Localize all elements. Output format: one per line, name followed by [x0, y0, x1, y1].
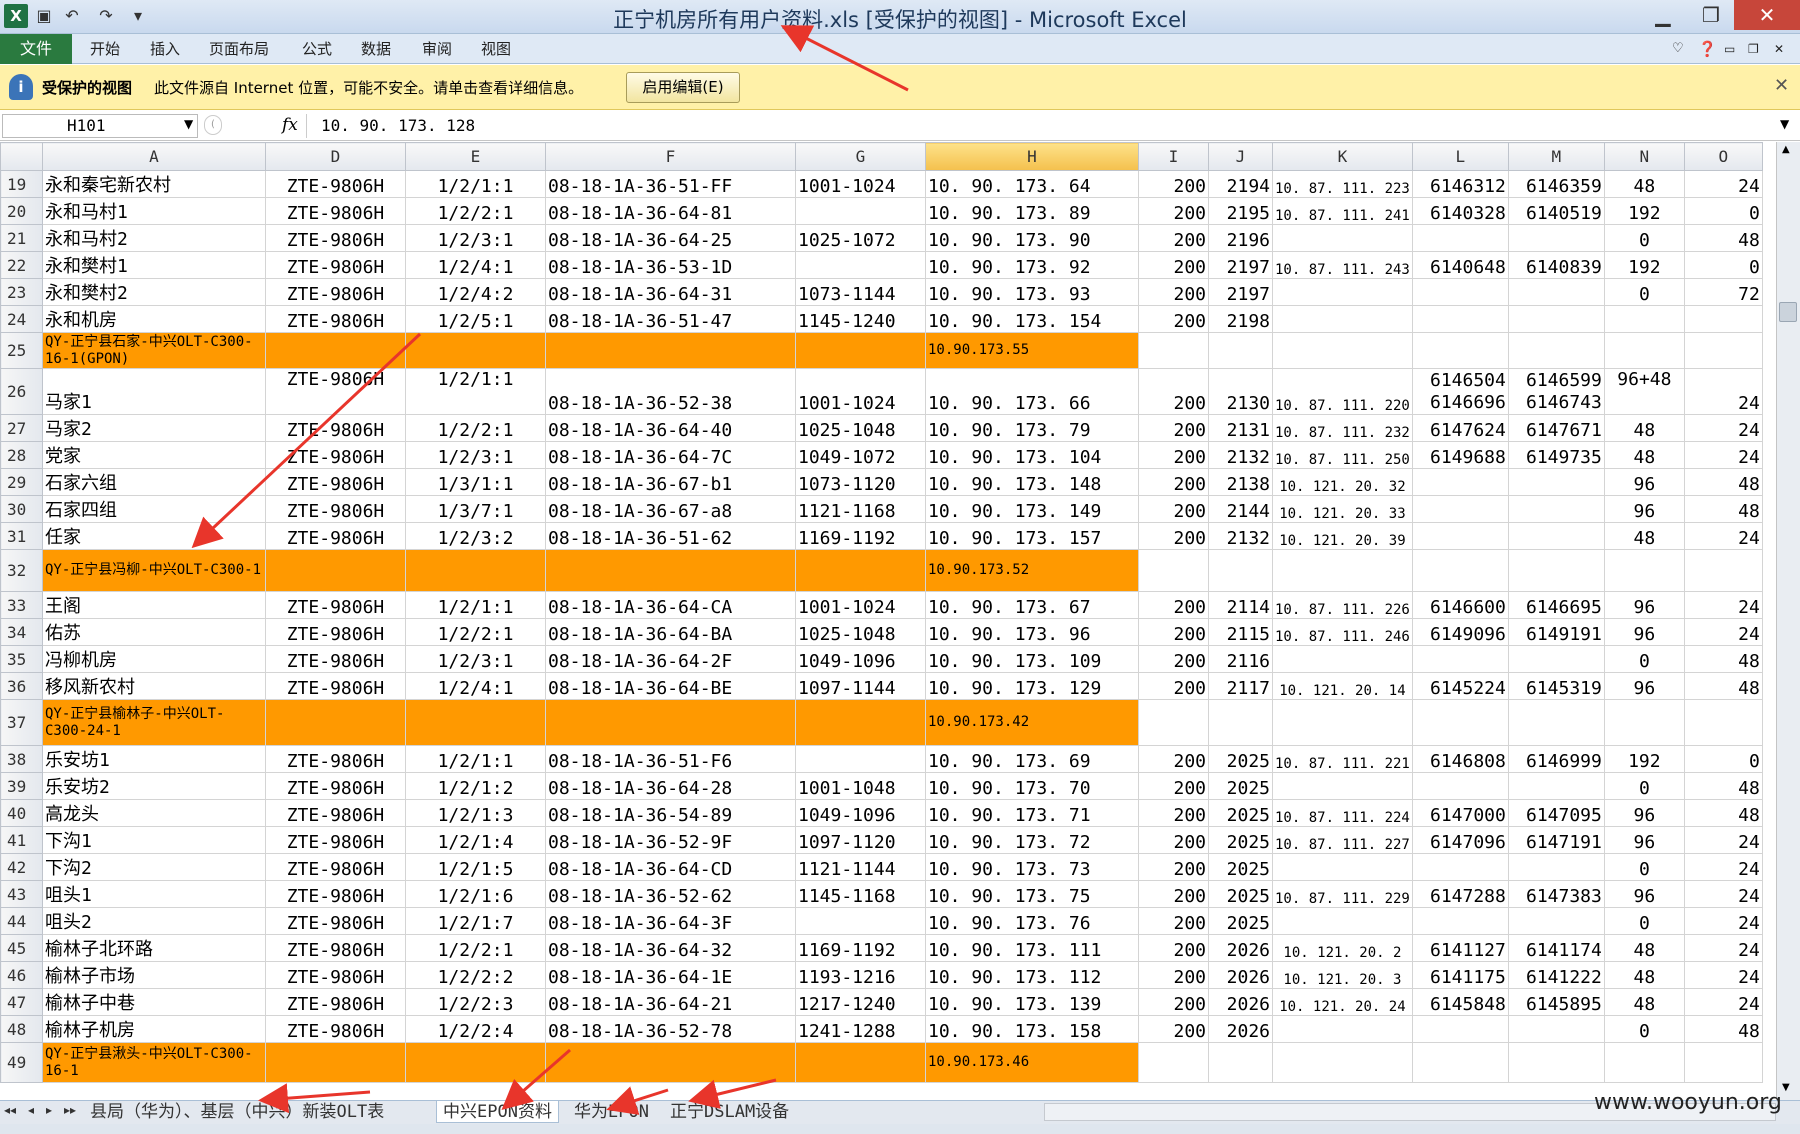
arrow-to-sheet-tab-1 — [258, 1083, 371, 1114]
arrow-to-row-31 — [191, 332, 422, 549]
annotation-arrows — [191, 25, 909, 1115]
arrow-to-sheet-tab-2 — [501, 1048, 571, 1110]
arrow-to-sheet-tab-4 — [688, 1078, 777, 1109]
arrow-to-sheet-tab-3 — [606, 1086, 669, 1115]
arrow-to-title — [780, 25, 909, 92]
